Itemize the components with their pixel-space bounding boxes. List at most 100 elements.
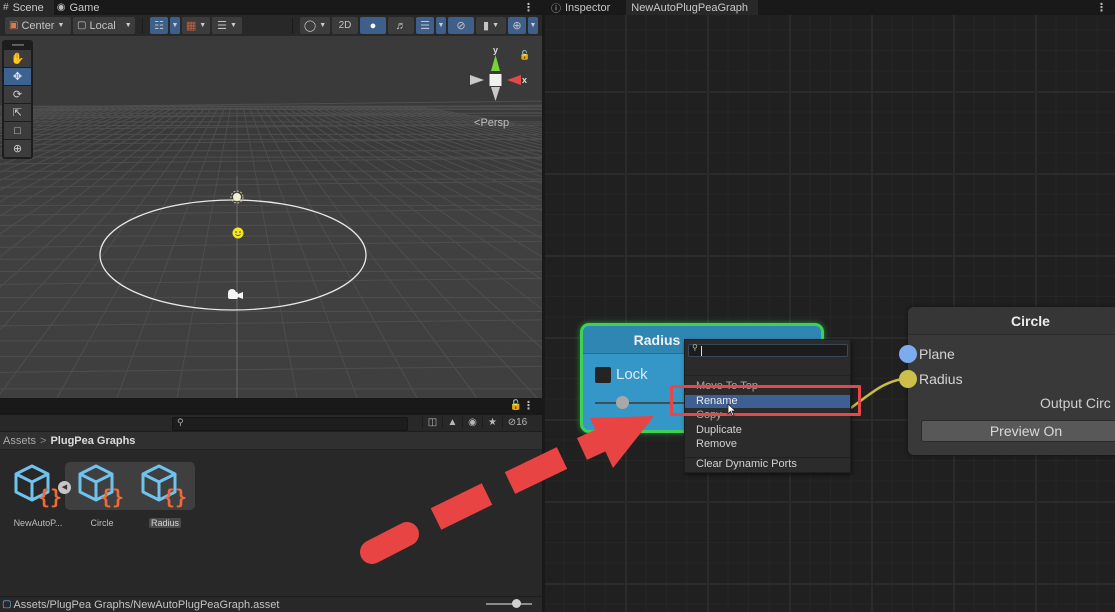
tab-inspector[interactable]: ⓘ Inspector xyxy=(545,0,620,16)
space-dropdown[interactable]: ▢ Local ▼ xyxy=(73,17,135,34)
tab-scene[interactable]: # Scene xyxy=(0,0,54,15)
lighting-toggle[interactable]: ● xyxy=(360,17,386,34)
filter-by-label-icon[interactable]: ◉ xyxy=(462,416,482,428)
port-dot[interactable] xyxy=(899,370,917,388)
collapse-subassets-button[interactable]: ◀ xyxy=(58,481,71,494)
tab-game[interactable]: ◉ Game xyxy=(54,0,110,15)
input-port-plane[interactable]: Plane xyxy=(899,345,955,363)
chevron-down-icon: ▼ xyxy=(171,22,179,29)
tool-palette: ✋ ✥ ⟳ ⇱ □ ⊕ xyxy=(2,40,33,159)
grid-snap-toggle[interactable]: ☷ xyxy=(150,17,168,34)
asset-circle[interactable]: {} Circle xyxy=(72,462,132,529)
grid-line xyxy=(308,105,542,212)
menu-item-copy[interactable]: Copy xyxy=(685,409,850,422)
gizmos-toggle[interactable]: ⊕ xyxy=(508,17,526,34)
tab-label: Game xyxy=(69,1,100,14)
graph-node-asset-icon: {} xyxy=(141,464,187,509)
grid-snap-icon: ☷ xyxy=(154,20,164,32)
speaker-mute-icon: ♬ xyxy=(395,19,407,32)
scene-visibility-toggle[interactable]: ⊘ xyxy=(448,17,474,34)
menu-item-clear-dynamic-ports[interactable]: Clear Dynamic Ports xyxy=(685,458,850,471)
search-by-type-icon[interactable]: ◫ xyxy=(422,416,442,428)
more-options-icon[interactable]: ⋮ xyxy=(523,1,534,14)
icon-size-slider[interactable] xyxy=(486,599,532,608)
grid-line xyxy=(242,105,298,398)
move-tool-button[interactable]: ✥ xyxy=(4,68,31,85)
scale-tool-button[interactable]: ⇱ xyxy=(4,104,31,121)
grid-line xyxy=(404,105,542,133)
x-axis-cone[interactable] xyxy=(507,75,521,85)
scene-viewport[interactable]: y x 🔓 <Persp xyxy=(0,36,542,398)
more-options-icon[interactable]: ⋮ xyxy=(1096,1,1107,14)
project-search-input[interactable]: ⚲ xyxy=(172,417,408,431)
lock-checkbox[interactable] xyxy=(595,366,611,383)
chevron-down-icon: ▼ xyxy=(529,22,537,29)
effects-toggle[interactable]: ☰ xyxy=(416,17,434,34)
context-menu-search-input[interactable]: ⚲ xyxy=(688,343,848,357)
tab-label: Scene xyxy=(12,1,44,14)
node-header[interactable]: Circle xyxy=(908,307,1115,335)
grid-lines-icon: ☰ xyxy=(217,20,227,32)
graph-canvas[interactable]: Radius 0.00 Lock Circle Plane Radius Out… xyxy=(545,15,1115,612)
grid-line xyxy=(374,105,542,146)
gizmo-lock-icon[interactable]: 🔓 xyxy=(519,50,530,61)
increment-snap-button[interactable]: ▦ ▼ xyxy=(182,17,210,34)
hand-icon: ✋ xyxy=(10,53,25,65)
input-port-radius[interactable]: Radius xyxy=(899,370,963,388)
graph-asset-icon: {} xyxy=(14,464,62,509)
palette-drag-handle[interactable] xyxy=(4,41,31,49)
asset-newautoplugpeagraph[interactable]: {} NewAutoP... xyxy=(8,462,68,529)
grid-line xyxy=(362,105,542,153)
chevron-down-icon: ▼ xyxy=(57,22,65,29)
rotate-tool-button[interactable]: ⟳ xyxy=(4,86,31,103)
2d-toggle[interactable]: 2D xyxy=(332,17,358,34)
context-menu: ⚲ Move To Top Rename Copy Duplicate Remo… xyxy=(684,339,851,473)
y-axis-cone[interactable] xyxy=(491,55,500,71)
gizmo-center-cube[interactable] xyxy=(489,74,502,86)
project-panel: 🔓 ⋮ ⚲ ◫ ▲ ◉ ★ ⊘16 Assets > PlugPea Graph… xyxy=(0,398,542,612)
grid-line xyxy=(0,319,542,327)
transform-tool-button[interactable]: ⊕ xyxy=(4,140,31,157)
filter-by-type-icon[interactable]: ▲ xyxy=(442,416,462,428)
toolbar-separator xyxy=(292,17,293,34)
chevron-down-icon: ▼ xyxy=(229,22,237,29)
asset-radius[interactable]: {} Radius xyxy=(135,462,195,529)
effects-dropdown[interactable]: ▼ xyxy=(436,17,446,34)
breadcrumb-current-folder[interactable]: PlugPea Graphs xyxy=(50,435,135,447)
preview-toggle-button[interactable]: Preview On xyxy=(921,420,1115,442)
menu-item-move-to-top[interactable]: Move To Top xyxy=(685,380,850,393)
project-tabbar: 🔓 ⋮ xyxy=(0,398,542,415)
transform-icon: ⊕ xyxy=(12,143,23,155)
grid-visibility-button[interactable]: ☰ ▼ xyxy=(212,17,242,34)
camera-settings-dropdown[interactable]: ▮ ▼ xyxy=(476,17,506,34)
grid-line xyxy=(260,105,478,398)
lock-icon[interactable]: 🔓 xyxy=(510,400,522,411)
draw-mode-dropdown[interactable]: ◯ ▼ xyxy=(300,17,330,34)
pivot-dropdown[interactable]: ▣ Center ▼ xyxy=(5,17,71,34)
audio-toggle[interactable]: ♬ xyxy=(388,17,414,34)
breadcrumb-assets[interactable]: Assets xyxy=(3,435,36,447)
projection-toggle[interactable]: <Persp xyxy=(474,117,509,129)
menu-item-rename[interactable]: Rename xyxy=(685,395,850,408)
menu-item-remove[interactable]: Remove xyxy=(685,438,850,451)
slider-thumb[interactable] xyxy=(616,396,629,409)
grid-snap-dropdown[interactable]: ▼ xyxy=(170,17,180,34)
port-dot[interactable] xyxy=(899,345,917,363)
node-title: Radius xyxy=(633,331,681,348)
hand-tool-button[interactable]: ✋ xyxy=(4,50,31,67)
selected-asset-path: Assets/PlugPea Graphs/NewAutoPlugPeaGrap… xyxy=(13,598,280,611)
more-options-icon[interactable]: ⋮ xyxy=(523,399,534,412)
gizmos-dropdown[interactable]: ▼ xyxy=(528,17,538,34)
tab-newautoplugpeagraph[interactable]: NewAutoPlugPeaGraph xyxy=(626,0,759,15)
favorites-star-icon[interactable]: ★ xyxy=(482,416,502,428)
lock-toggle[interactable]: Lock xyxy=(595,366,648,383)
rect-tool-button[interactable]: □ xyxy=(4,122,31,139)
grid-line xyxy=(248,105,358,398)
hidden-packages-toggle[interactable]: ⊘16 xyxy=(502,416,532,428)
neg-y-axis-cone[interactable] xyxy=(491,87,500,101)
circle-node[interactable]: Circle Plane Radius Output Circ Preview … xyxy=(899,307,1115,455)
slider-thumb[interactable] xyxy=(512,599,521,608)
neg-x-axis-cone[interactable] xyxy=(470,75,484,85)
menu-item-duplicate[interactable]: Duplicate xyxy=(685,424,850,437)
text-caret xyxy=(701,346,702,356)
